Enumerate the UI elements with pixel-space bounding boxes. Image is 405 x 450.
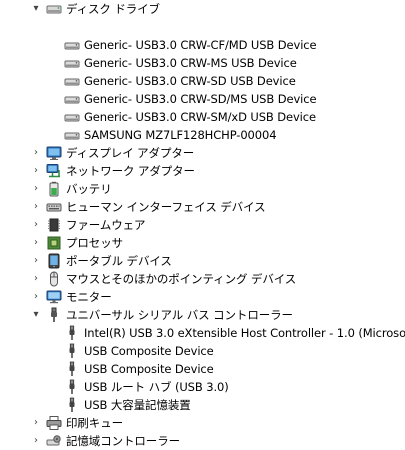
hid-icon (46, 199, 62, 215)
category-hid[interactable]: › ヒューマン インターフェイス デバイス (0, 198, 405, 216)
device-item[interactable]: Generic- USB3.0 CRW-SD/MS USB Device (0, 90, 405, 108)
firmware-icon (46, 217, 62, 233)
device-tree: ▾ ディスク ドライブ Generic- USB3.0 CRW-CF/MD US… (0, 0, 405, 448)
usb-device-icon (64, 325, 80, 341)
device-item[interactable]: USB Composite Device (0, 342, 405, 360)
category-label: プロセッサ (66, 236, 123, 250)
category-label: ポータブル デバイス (66, 254, 172, 268)
storage-controller-icon (46, 433, 62, 449)
device-item[interactable]: Generic- USB3.0 CRW-SD USB Device (0, 72, 405, 90)
disk-drive-icon (64, 127, 80, 143)
device-item[interactable]: Intel(R) USB 3.0 eXtensible Host Control… (0, 324, 405, 342)
category-label: ディスク ドライブ (66, 2, 160, 16)
category-processors[interactable]: › プロセッサ (0, 234, 405, 252)
device-label: USB 大容量記憶装置 (84, 398, 191, 412)
collapsed-chevron-icon[interactable]: › (30, 216, 42, 234)
processor-icon (46, 235, 62, 251)
usb-device-icon (64, 397, 80, 413)
category-mice[interactable]: › マウスとそのほかのポインティング デバイス (0, 270, 405, 288)
disk-drive-icon (64, 73, 80, 89)
category-label: モニター (66, 290, 112, 304)
collapsed-chevron-icon[interactable]: › (30, 162, 42, 180)
device-item[interactable]: SAMSUNG MZ7LF128HCHP-00004 (0, 126, 405, 144)
category-label: ネットワーク アダプター (66, 164, 195, 178)
usb-device-icon (64, 361, 80, 377)
device-label: SAMSUNG MZ7LF128HCHP-00004 (84, 128, 277, 142)
category-print-queues[interactable]: › 印刷キュー (0, 414, 405, 432)
collapsed-chevron-icon[interactable]: › (30, 270, 42, 288)
category-label: バッテリ (66, 182, 112, 196)
expanded-chevron-icon[interactable]: ▾ (30, 0, 42, 18)
category-storage-controllers[interactable]: › 記憶域コントローラー (0, 432, 405, 450)
mouse-icon (46, 271, 62, 287)
category-label: マウスとそのほかのポインティング デバイス (66, 272, 297, 286)
category-label: ディスプレイ アダプター (66, 146, 195, 160)
category-portable-devices[interactable]: › ポータブル デバイス (0, 252, 405, 270)
device-label: USB ルート ハブ (USB 3.0) (84, 380, 229, 394)
device-label: USB Composite Device (84, 344, 214, 358)
device-item[interactable]: Generic- USB3.0 CRW-CF/MD USB Device (0, 36, 405, 54)
category-label: 印刷キュー (66, 416, 123, 430)
category-usb-controllers[interactable]: ▾ ユニバーサル シリアル バス コントローラー (0, 306, 405, 324)
usb-device-icon (64, 343, 80, 359)
collapsed-chevron-icon[interactable]: › (30, 414, 42, 432)
expanded-chevron-icon[interactable]: ▾ (30, 306, 42, 324)
category-label: ユニバーサル シリアル バス コントローラー (66, 308, 293, 322)
battery-icon (46, 181, 62, 197)
category-batteries[interactable]: › バッテリ (0, 180, 405, 198)
collapsed-chevron-icon[interactable]: › (30, 180, 42, 198)
usb-category-icon (46, 307, 62, 323)
collapsed-chevron-icon[interactable]: › (30, 288, 42, 306)
category-disk-drives[interactable]: ▾ ディスク ドライブ (0, 0, 405, 18)
display-adapter-icon (46, 145, 62, 161)
collapsed-chevron-icon[interactable]: › (30, 252, 42, 270)
category-monitors[interactable]: › モニター (0, 288, 405, 306)
device-label: Intel(R) USB 3.0 eXtensible Host Control… (84, 326, 405, 340)
category-display-adapters[interactable]: › ディスプレイ アダプター (0, 144, 405, 162)
device-label: Generic- USB3.0 CRW-SM/xD USB Device (84, 110, 316, 124)
collapsed-chevron-icon[interactable]: › (30, 432, 42, 450)
collapsed-chevron-icon[interactable]: › (30, 234, 42, 252)
category-label: ファームウェア (66, 218, 146, 232)
disk-drive-category-icon (46, 1, 62, 17)
device-item[interactable]: USB ルート ハブ (USB 3.0) (0, 378, 405, 396)
device-label: USB Composite Device (84, 362, 214, 376)
disk-drive-icon (64, 37, 80, 53)
device-label: Generic- USB3.0 CRW-CF/MD USB Device (84, 38, 317, 52)
print-queue-icon (46, 415, 62, 431)
device-item[interactable]: Generic- USB3.0 CRW-MS USB Device (0, 54, 405, 72)
device-item[interactable]: Generic- USB3.0 CRW-SM/xD USB Device (0, 108, 405, 126)
disk-drive-icon (64, 91, 80, 107)
category-label: ヒューマン インターフェイス デバイス (66, 200, 266, 214)
collapsed-chevron-icon[interactable]: › (30, 144, 42, 162)
device-item[interactable]: USB 大容量記憶装置 (0, 396, 405, 414)
usb-device-icon (64, 379, 80, 395)
category-network-adapters[interactable]: › ネットワーク アダプター (0, 162, 405, 180)
device-label: Generic- USB3.0 CRW-SD USB Device (84, 74, 296, 88)
monitor-icon (46, 289, 62, 305)
disk-drive-icon (64, 55, 80, 71)
collapsed-chevron-icon[interactable]: › (30, 198, 42, 216)
disk-drive-icon (64, 109, 80, 125)
category-firmware[interactable]: › ファームウェア (0, 216, 405, 234)
device-label: Generic- USB3.0 CRW-SD/MS USB Device (84, 92, 317, 106)
device-item[interactable]: USB Composite Device (0, 360, 405, 378)
device-label: Generic- USB3.0 CRW-MS USB Device (84, 56, 297, 70)
category-label: 記憶域コントローラー (66, 434, 180, 448)
network-adapter-icon (46, 163, 62, 179)
portable-device-icon (46, 253, 62, 269)
